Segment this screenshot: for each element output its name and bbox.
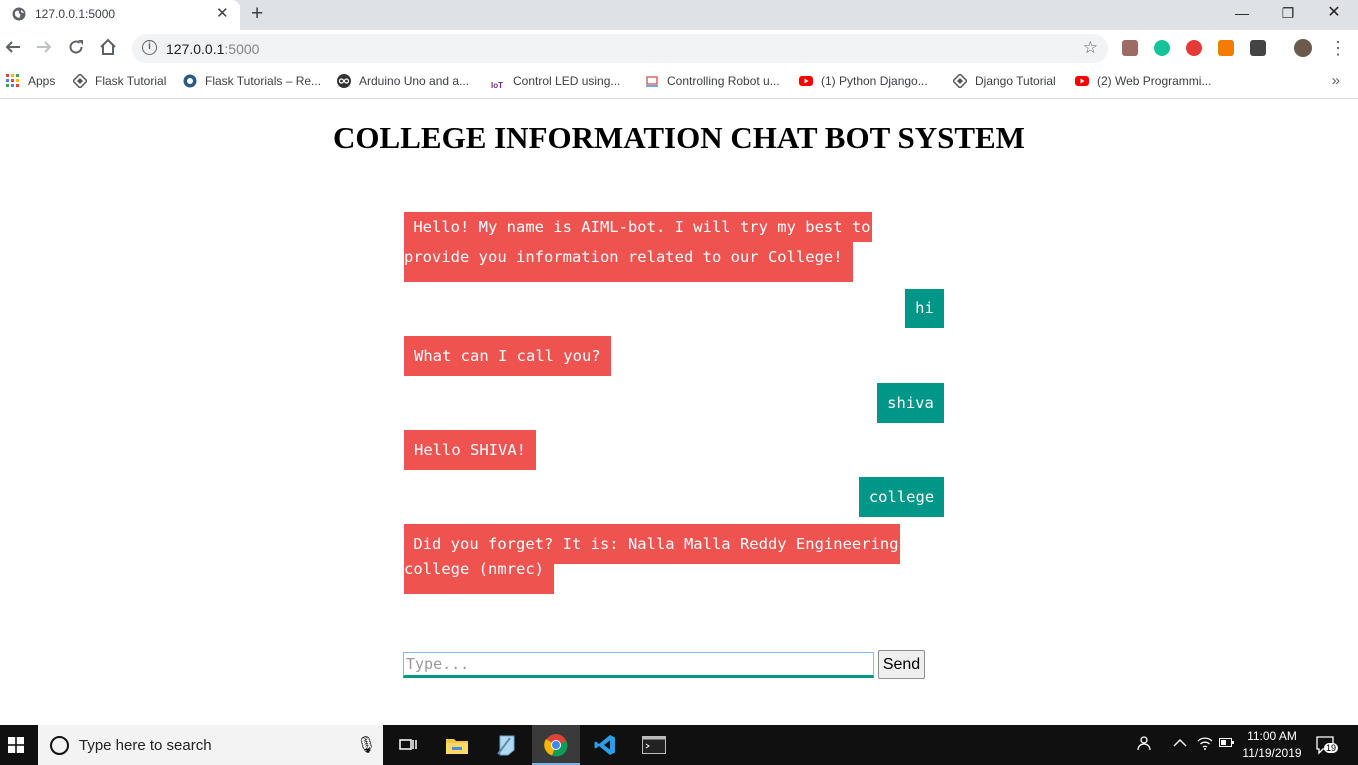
bookmark-star-icon[interactable]: ☆ (1083, 38, 1098, 58)
yab-extension-icon[interactable] (1186, 40, 1202, 56)
vscode-app-icon[interactable] (581, 725, 629, 765)
search-placeholder: Type here to search (79, 737, 212, 754)
message-line: Hello! My name is AIML-bot. I will try m… (404, 218, 871, 236)
bookmark-controlling-robot[interactable]: Controlling Robot u... (645, 74, 780, 88)
windows-logo-icon (8, 737, 24, 753)
clock-date: 11/19/2019 (1242, 746, 1302, 760)
system-clock[interactable]: 11:00 AM 11/19/2019 (1240, 728, 1304, 762)
bubble-cutout (554, 564, 900, 594)
back-icon[interactable] (3, 38, 23, 58)
grammarly-extension-icon[interactable] (1154, 40, 1170, 56)
bot-message: Hello SHIVA! (404, 430, 536, 470)
wifi-icon[interactable] (1197, 736, 1213, 753)
people-icon[interactable] (1137, 735, 1153, 754)
bookmark-arduino[interactable]: Arduino Uno and a... (337, 74, 469, 88)
diamond-icon (953, 74, 967, 88)
bookmark-web-programming[interactable]: (2) Web Programmi... (1075, 74, 1211, 88)
youtube-icon (799, 76, 813, 86)
shopping-extension-icon[interactable] (1218, 40, 1234, 56)
iot-icon: IoT (491, 81, 503, 90)
chevron-up-icon[interactable] (1173, 736, 1187, 751)
bookmarks-bar: Apps Flask Tutorial Flask Tutorials – Re… (0, 67, 1358, 99)
user-message: hi (905, 289, 944, 328)
profile-avatar[interactable] (1294, 39, 1312, 57)
forward-icon[interactable] (34, 38, 54, 58)
selenium-extension-icon[interactable] (1250, 40, 1266, 56)
start-button[interactable] (0, 725, 38, 765)
diamond-icon (73, 74, 87, 88)
chrome-app-icon[interactable] (532, 725, 580, 765)
clock-time: 11:00 AM (1247, 729, 1297, 743)
bookmark-flask-tutorial[interactable]: Flask Tutorial (73, 74, 166, 88)
tab-title: 127.0.0.1:5000 (35, 7, 116, 21)
terminal-app-icon[interactable] (630, 725, 678, 765)
page-title: COLLEGE INFORMATION CHAT BOT SYSTEM (333, 120, 1025, 155)
tab-close-button[interactable]: ✕ (216, 6, 229, 22)
robot-icon (646, 76, 658, 87)
notification-count: 19 (1324, 743, 1339, 753)
task-view-button[interactable] (384, 725, 432, 765)
cortana-icon (50, 736, 69, 755)
minimize-button[interactable]: — (1219, 0, 1265, 30)
menu-kebab-icon[interactable]: ⋮ (1329, 38, 1347, 59)
bookmark-python-django[interactable]: (1) Python Django... (799, 74, 928, 88)
restore-button[interactable]: ❐ (1265, 0, 1311, 30)
url-text[interactable]: 127.0.0.1:5000 (166, 41, 259, 57)
home-icon[interactable] (98, 38, 118, 58)
bookmarks-overflow-button[interactable]: » (1332, 72, 1340, 89)
tab-strip: 127.0.0.1:5000 ✕ + — ❐ ✕ (0, 0, 1358, 30)
taskbar-search[interactable]: Type here to search 🎙 (38, 725, 383, 765)
bookmark-control-led[interactable]: IoT Control LED using... (491, 74, 620, 95)
address-bar[interactable]: i 127.0.0.1:5000 ☆ (132, 34, 1108, 63)
user-message: college (859, 477, 944, 517)
globe-icon (12, 7, 26, 21)
site-info-icon[interactable]: i (142, 40, 157, 55)
bookmark-django-tutorial[interactable]: Django Tutorial (953, 74, 1056, 88)
close-window-button[interactable]: ✕ (1311, 0, 1357, 30)
bot-message: What can I call you? (404, 336, 611, 376)
reload-icon[interactable] (66, 38, 86, 58)
notepad-app-icon[interactable] (482, 725, 530, 765)
apps-grid-icon (6, 74, 19, 87)
browser-tab[interactable]: 127.0.0.1:5000 ✕ (0, 0, 240, 30)
message-input[interactable] (403, 652, 874, 678)
bookmark-flask-tutorials-re[interactable]: Flask Tutorials – Re... (183, 74, 321, 88)
message-line: provide you information related to our C… (404, 242, 852, 272)
python-icon (183, 74, 197, 88)
new-tab-button[interactable]: + (251, 3, 263, 25)
bot-message: Hello! My name is AIML-bot. I will try m… (404, 212, 872, 282)
windows-taskbar: Type here to search 🎙 11:00 AM 11/19/201… (0, 725, 1358, 765)
youtube-icon (1075, 76, 1089, 86)
user-message: shiva (877, 383, 944, 423)
bookmark-apps[interactable]: Apps (6, 74, 55, 88)
notification-center-icon[interactable]: 19 (1315, 735, 1339, 758)
microphone-icon[interactable]: 🎙 (356, 735, 376, 755)
bubble-cutout (853, 242, 872, 282)
battery-icon[interactable] (1219, 736, 1235, 751)
pdf-extension-icon[interactable] (1122, 40, 1138, 56)
infinity-icon (337, 74, 351, 88)
send-button[interactable]: Send (878, 650, 925, 679)
file-explorer-icon[interactable] (433, 725, 481, 765)
